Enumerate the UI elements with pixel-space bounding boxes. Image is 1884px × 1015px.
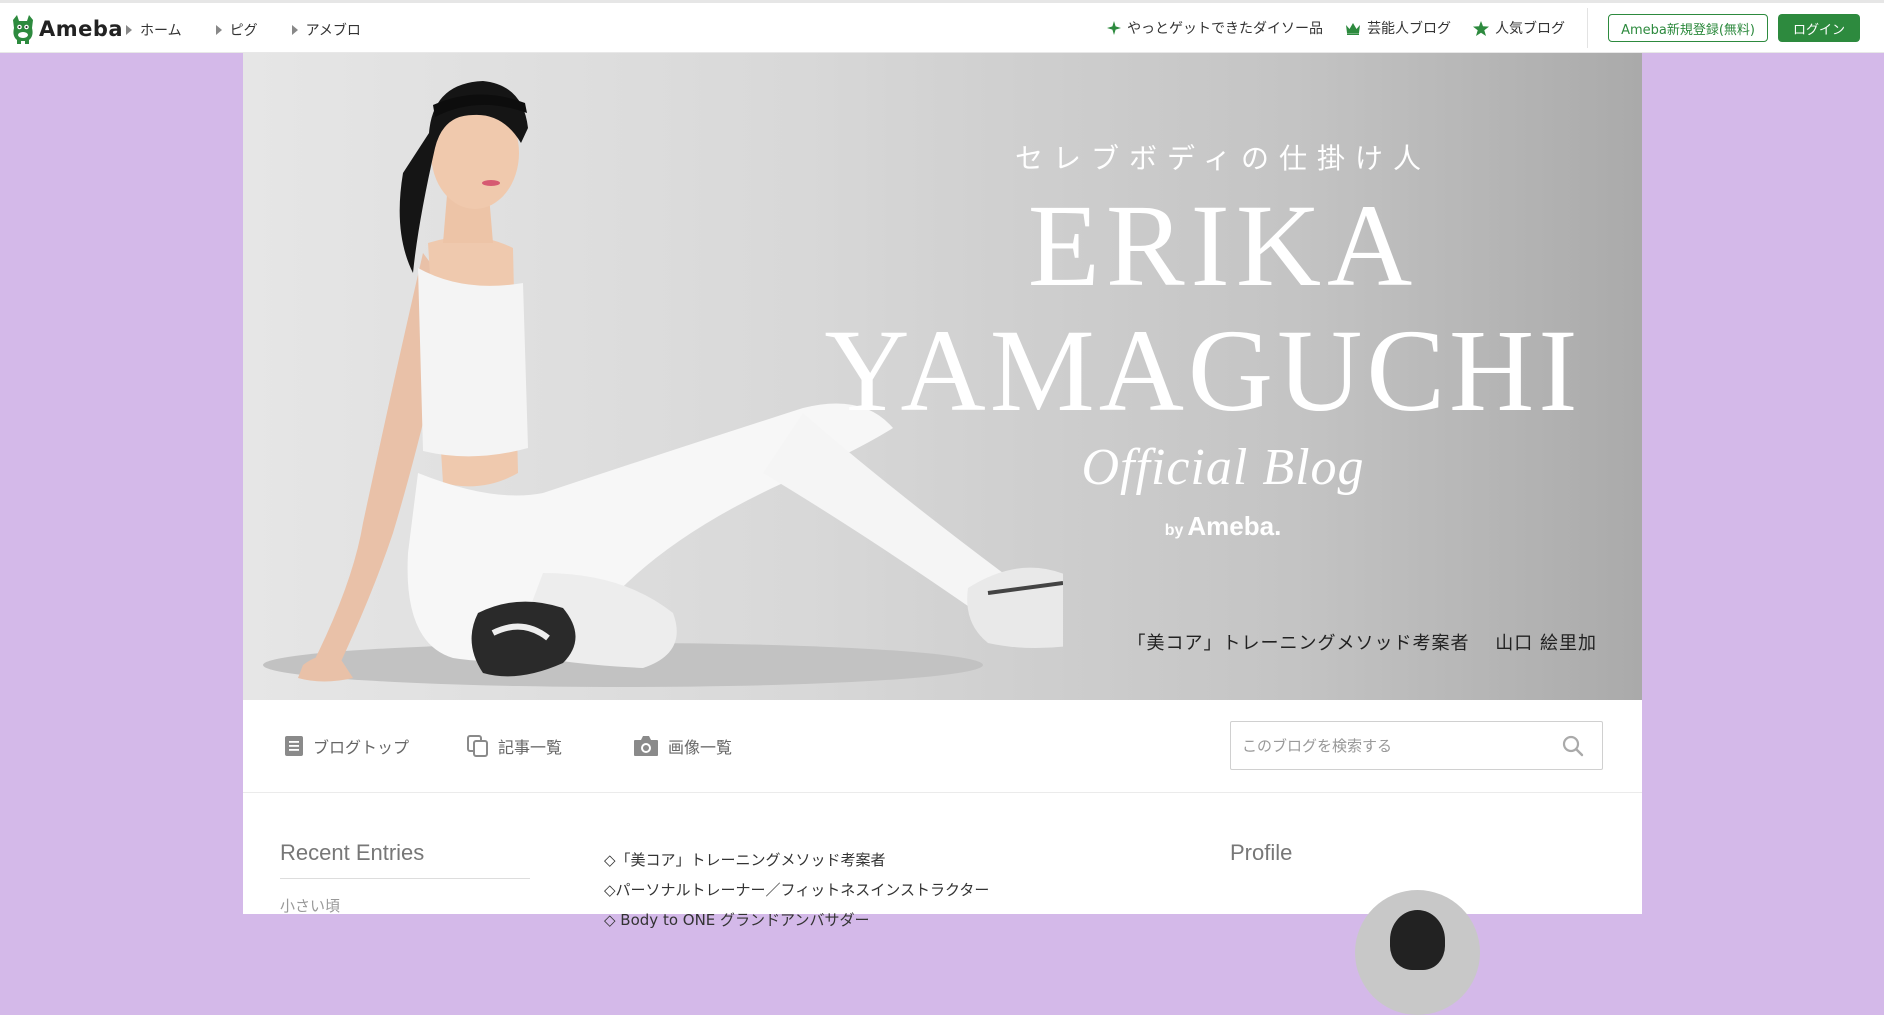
hero-by: by [1164, 522, 1184, 539]
caret-right-icon [291, 25, 298, 35]
star-icon [1473, 20, 1490, 36]
subnav-blog-top[interactable]: ブログトップ [284, 734, 409, 758]
profile-title: Profile [1230, 840, 1293, 865]
nav-pigg-label: ピグ [229, 23, 258, 39]
subnav-entry-list[interactable]: 記事一覧 [467, 734, 562, 758]
logo-text: Ameba [39, 17, 124, 41]
subnav-image-list[interactable]: 画像一覧 [633, 734, 732, 758]
promo-daiso[interactable]: やっとゲットできたダイソー品 [1107, 18, 1323, 38]
hero-name-first: ERIKA [1027, 180, 1419, 311]
blog-search-input[interactable] [1231, 722, 1562, 769]
hero-official-blog: Official Blog [1081, 439, 1365, 496]
blog-subnav: ブログトップ 記事一覧 画像一覧 [243, 700, 1642, 793]
blog-search-box [1230, 721, 1603, 770]
recent-entries-title: Recent Entries [280, 840, 425, 865]
promo-daiso-label: やっとゲットできたダイソー品 [1127, 21, 1324, 37]
description-line: ◇パーソナルトレーナー／フィットネスインストラクター [604, 881, 990, 899]
signup-button[interactable]: Ameba新規登録(無料) [1608, 14, 1768, 42]
avatar-hair [1390, 910, 1445, 970]
promo-popular-blog[interactable]: 人気ブログ [1473, 18, 1565, 38]
nav-home-label: ホーム [140, 23, 182, 39]
nav-ameblo-label: アメブロ [305, 23, 361, 39]
promo-popular-blog-label: 人気ブログ [1495, 21, 1566, 37]
crown-icon [1345, 22, 1361, 35]
sparkle-icon [1107, 21, 1122, 35]
camera-icon [633, 735, 659, 757]
hero-caption: 「美コア」トレーニングメソッド考案者 山口 絵里加 [1127, 633, 1597, 654]
caret-right-icon [126, 25, 132, 35]
hero-name-last: YAMAGUCHI [824, 305, 1582, 436]
recent-entry-link[interactable]: 小さい頃 [280, 895, 530, 916]
description-line: ◇「美コア」トレーニングメソッド考案者 [604, 851, 886, 869]
global-nav: ホーム ピグ アメブロ [126, 20, 395, 40]
blog-description: ◇「美コア」トレーニングメソッド考案者 ◇パーソナルトレーナー／フィットネスイン… [604, 845, 1204, 935]
avatar[interactable] [1355, 890, 1480, 1015]
promo-celebrity-blog-label: 芸能人ブログ [1367, 21, 1452, 37]
document-icon [284, 735, 304, 757]
nav-ameblo[interactable]: アメブロ [291, 20, 361, 40]
subnav-image-list-label: 画像一覧 [668, 738, 733, 757]
divider [280, 878, 530, 879]
blog-header-banner[interactable]: セレブボディの仕掛け人 ERIKA YAMAGUCHI Official Blo… [243, 53, 1642, 700]
ameba-logo[interactable]: Ameba [10, 14, 123, 44]
subnav-entry-list-label: 記事一覧 [498, 738, 563, 757]
nav-home[interactable]: ホーム [126, 20, 182, 40]
subnav-blog-top-label: ブログトップ [313, 738, 410, 757]
description-line: ◇ Body to ONE グランドアンバサダー [604, 911, 870, 929]
header-divider [1587, 8, 1589, 48]
blog-content-panel: ブログトップ 記事一覧 画像一覧 Recent Entries 小さい頃 ◇「美… [243, 700, 1642, 1015]
promo-celebrity-blog[interactable]: 芸能人ブログ [1345, 18, 1451, 38]
nav-pigg[interactable]: ピグ [215, 20, 258, 40]
copy-icon [467, 735, 489, 757]
recent-entries-widget: Recent Entries 小さい頃 [280, 840, 530, 916]
ameba-mascot-icon [13, 15, 33, 44]
caret-right-icon [215, 25, 222, 35]
login-button[interactable]: ログイン [1777, 14, 1860, 42]
hero-brand: Ameba. [1187, 511, 1282, 541]
header-actions: やっとゲットできたダイソー品 芸能人ブログ 人気ブログ Ameba新規登録(無料… [1107, 3, 1884, 53]
hero-byline: by Ameba. [1123, 511, 1323, 542]
global-header: Ameba ホーム ピグ アメブロ やっとゲットできたダイソー品 芸能人ブログ [0, 0, 1884, 53]
hero-kicker: セレブボディの仕掛け人 [1014, 142, 1432, 175]
search-icon[interactable] [1562, 735, 1584, 757]
profile-widget: Profile [1230, 840, 1603, 1015]
